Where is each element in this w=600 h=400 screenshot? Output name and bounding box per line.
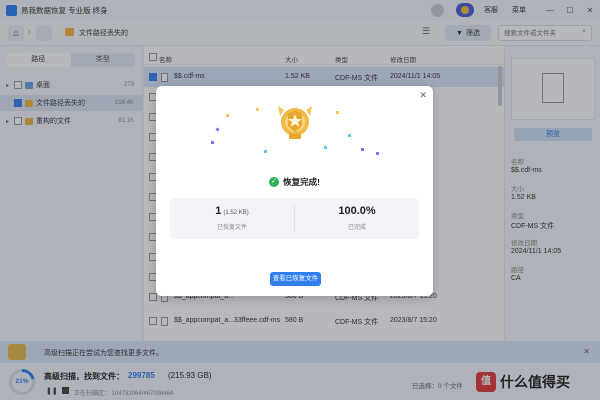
confetti-icon [226, 114, 229, 117]
completion-percent: 100.0% [338, 205, 376, 217]
confetti-icon [361, 148, 364, 151]
recovery-complete-dialog: ✕ ✓ 恢复完成! 1 (1.52 KB) 已恢复文件 100.0% 已完成 查… [156, 86, 433, 296]
view-recovered-files-button[interactable]: 查看已恢复文件 [270, 272, 321, 286]
recovered-count: 1 [215, 205, 222, 217]
confetti-icon [376, 152, 379, 155]
completion-stat: 100.0% 已完成 [295, 205, 419, 231]
recovery-stats: 1 (1.52 KB) 已恢复文件 100.0% 已完成 [170, 198, 419, 239]
recovered-label: 已恢复文件 [216, 225, 247, 231]
recovered-files-stat: 1 (1.52 KB) 已恢复文件 [170, 205, 294, 231]
confetti-icon [324, 146, 327, 149]
recovery-status-text: 恢复完成! [283, 177, 320, 187]
confetti-icon [336, 111, 339, 114]
recovered-size: (1.52 KB) [223, 210, 249, 216]
confetti-icon [348, 134, 351, 137]
dialog-close-icon[interactable]: ✕ [419, 90, 427, 101]
recovery-status: ✓ 恢复完成! [156, 176, 433, 188]
confetti-icon [211, 141, 214, 144]
confetti-icon [256, 108, 259, 111]
confetti-icon [264, 150, 267, 153]
confetti-icon [215, 127, 220, 132]
completion-label: 已完成 [347, 225, 366, 231]
medal-icon [278, 106, 312, 139]
check-circle-icon: ✓ [269, 177, 280, 187]
